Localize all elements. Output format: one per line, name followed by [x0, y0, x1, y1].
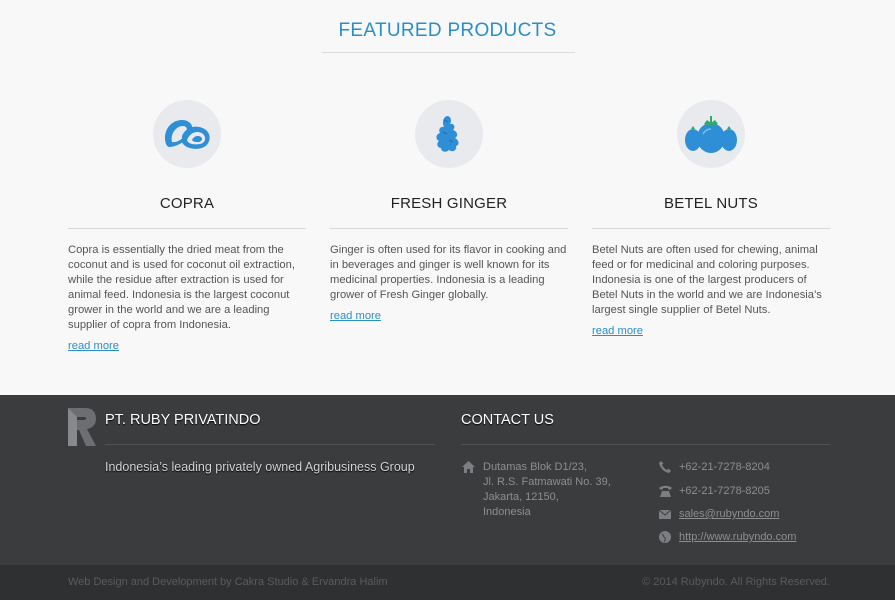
- section-title: FEATURED PRODUCTS: [338, 20, 557, 41]
- product-description: Betel Nuts are often used for chewing, a…: [592, 244, 822, 316]
- product-divider: [592, 228, 830, 229]
- address-line: Jakarta, 12150,: [483, 491, 559, 503]
- contact-title: CONTACT US: [461, 412, 554, 428]
- contact-email: sales@rubyndo.com: [658, 506, 779, 522]
- copyright-text: © 2014 Rubyndo. All Rights Reserved.: [642, 576, 830, 588]
- fax-icon: [658, 484, 672, 498]
- company-logo: [68, 408, 96, 451]
- product-divider: [68, 228, 306, 229]
- globe-icon: [658, 530, 672, 544]
- product-title: COPRA: [159, 195, 215, 212]
- read-more-link-copra[interactable]: read more: [68, 340, 119, 352]
- phone-icon: [658, 460, 672, 474]
- betel-nut-icon: [677, 100, 745, 168]
- mail-icon: [658, 507, 672, 521]
- fax-number: +62-21-7278-8205: [679, 485, 770, 497]
- contact-divider: [461, 444, 830, 445]
- address-line: Indonesia: [483, 506, 531, 518]
- company-divider: [105, 444, 435, 445]
- home-icon: [462, 460, 475, 478]
- contact-website: http://www.rubyndo.com: [658, 529, 796, 545]
- company-tagline: Indonesia’s leading privately owned Agri…: [105, 460, 415, 474]
- ginger-icon: [415, 100, 483, 168]
- phone-number: +62-21-7278-8204: [679, 461, 770, 473]
- website-link[interactable]: http://www.rubyndo.com: [679, 529, 796, 545]
- read-more-link-fresh-ginger[interactable]: read more: [330, 310, 381, 322]
- design-credit: Web Design and Development by Cakra Stud…: [68, 576, 388, 588]
- title-divider: [322, 52, 575, 53]
- product-description: Ginger is often used for its flavor in c…: [330, 244, 567, 301]
- company-name: PT. RUBY PRIVATINDO: [105, 412, 261, 428]
- copra-icon: [153, 100, 221, 168]
- read-more-link-betel-nuts[interactable]: read more: [592, 325, 643, 337]
- product-title: BETEL NUTS: [664, 195, 758, 212]
- featured-products-section: FEATURED PRODUCTS COPRA Copra is essenti…: [0, 0, 895, 395]
- email-link[interactable]: sales@rubyndo.com: [679, 506, 779, 522]
- address-line: Dutamas Blok D1/23,: [483, 461, 587, 473]
- product-divider: [330, 228, 568, 229]
- address-line: Jl. R.S. Fatmawati No. 39,: [483, 476, 611, 488]
- bottom-bar: Web Design and Development by Cakra Stud…: [0, 565, 895, 600]
- contact-fax: +62-21-7278-8205: [658, 483, 770, 499]
- product-description: Copra is essentially the dried meat from…: [68, 244, 295, 331]
- contact-phone: +62-21-7278-8204: [658, 459, 770, 475]
- footer: PT. RUBY PRIVATINDO Indonesia’s leading …: [0, 395, 895, 565]
- product-title: FRESH GINGER: [390, 195, 508, 212]
